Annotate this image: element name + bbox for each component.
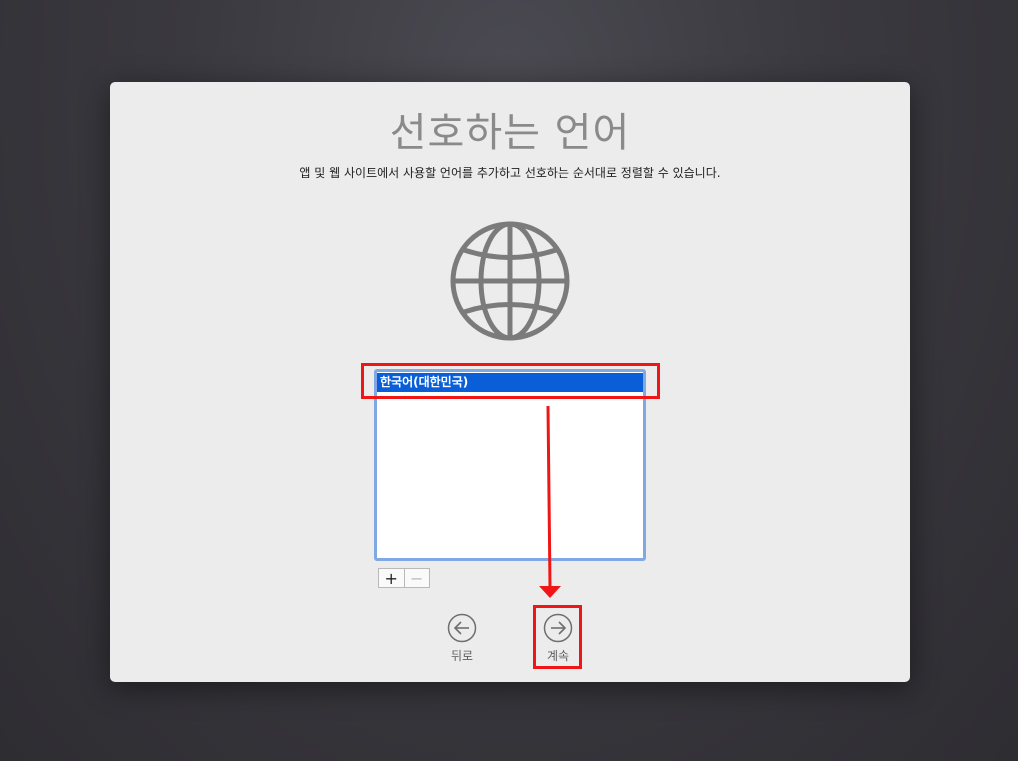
page-subtitle: 앱 및 웹 사이트에서 사용할 언어를 추가하고 선호하는 순서대로 정렬할 수…: [299, 166, 721, 180]
arrow-right-circle-icon: [543, 613, 573, 643]
add-language-button[interactable]: +: [379, 569, 404, 588]
back-label: 뒤로: [450, 649, 474, 663]
back-button[interactable]: 뒤로: [432, 613, 492, 673]
globe-icon: [449, 220, 571, 342]
language-list-item[interactable]: 한국어(대한민국): [377, 373, 643, 392]
continue-button[interactable]: 계속: [528, 613, 588, 673]
continue-label: 계속: [546, 649, 570, 663]
page-title: 선호하는 언어: [389, 110, 631, 156]
arrow-left-circle-icon: [447, 613, 477, 643]
add-remove-control: + −: [378, 568, 430, 588]
remove-language-button[interactable]: −: [403, 569, 430, 588]
setup-window: 선호하는 언어 앱 및 웹 사이트에서 사용할 언어를 추가하고 선호하는 순서…: [110, 82, 910, 682]
language-list[interactable]: 한국어(대한민국): [374, 369, 646, 561]
